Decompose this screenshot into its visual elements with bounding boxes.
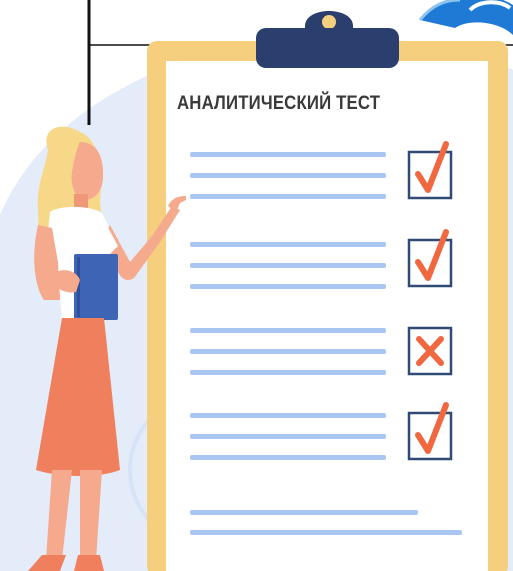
checkbox-1 (407, 141, 453, 200)
clipboard-title: АНАЛИТИЧЕСКИЙ ТЕСТ (177, 92, 381, 114)
illustration: АНАЛИТИЧЕСКИЙ ТЕСТ (0, 0, 513, 571)
illustration-art (0, 0, 513, 571)
checkbox-2 (407, 229, 453, 288)
folder (74, 254, 118, 320)
checkbox-4 (407, 402, 453, 461)
logo-icon (418, 0, 513, 35)
clipboard-clip-icon (256, 11, 399, 68)
clipboard-paper (166, 61, 488, 571)
checkbox-3 (407, 326, 453, 376)
